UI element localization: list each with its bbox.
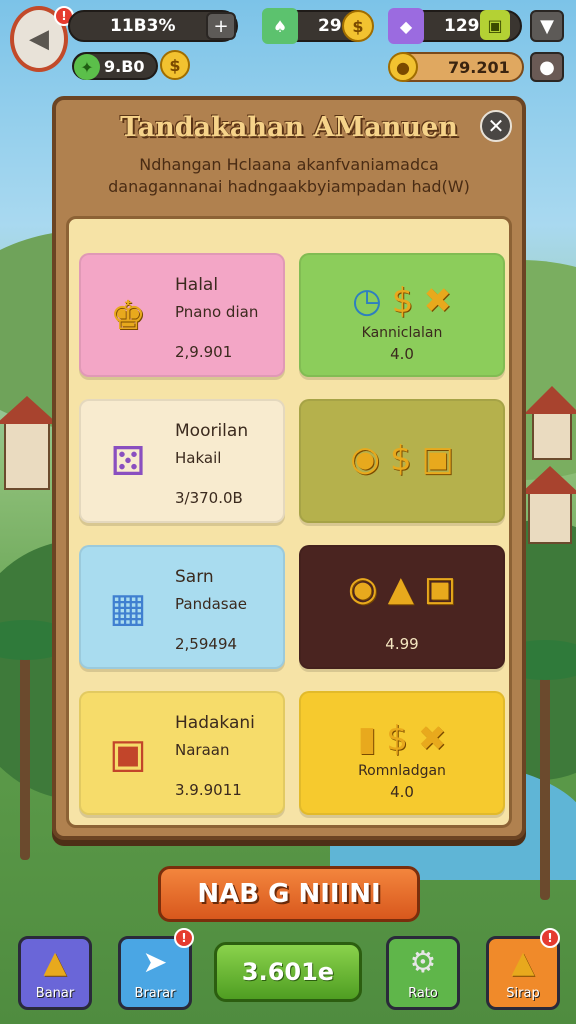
house (528, 490, 572, 544)
reward-value: 4.0 (390, 345, 414, 363)
notification-badge-icon: ! (540, 928, 560, 948)
nav-label: Brarar (134, 986, 176, 1001)
palm-tree (0, 620, 75, 860)
cheese-icon: ▲ (43, 945, 67, 980)
offer-card-moorilan[interactable]: ⚄ Moorilan Hakail 3/370.0B (79, 399, 285, 523)
level-plus-button[interactable]: + (206, 12, 236, 40)
nav-rato-button[interactable]: ⚙ Rato (386, 936, 460, 1010)
offer-card-reward-3[interactable]: ◉ ▲ ▣ 4.99 (299, 545, 505, 669)
close-icon: ✕ (487, 114, 505, 138)
nav-banar-button[interactable]: ▲ Banar (18, 936, 92, 1010)
dollar-icon: $ (391, 281, 414, 321)
trophy-icon: ♚ (110, 293, 146, 339)
offer-subtitle: Pnano dian (175, 303, 259, 321)
coins-value: 79.201 (448, 57, 510, 77)
gift-box-icon: ▣ (423, 569, 456, 609)
offer-title: Sarn (175, 567, 214, 587)
nav-label: Sirap (506, 986, 540, 1001)
reward-icons: ▮ $ ✖ (301, 719, 503, 759)
dropdown-button[interactable]: ▼ (530, 10, 564, 42)
center-value-button[interactable]: 3.601e (214, 942, 362, 1002)
desc-line-1: Ndhangan Hclaana akanfvaniamadca (139, 155, 439, 174)
badge-icon: ◀ (29, 24, 49, 54)
coin-icon[interactable]: $ (160, 50, 190, 80)
reward-label: Kanniclalan (361, 325, 443, 341)
offer-title: Moorilan (175, 421, 249, 441)
level-value: 11B3% (110, 16, 176, 36)
reward-icons: ◉ ▲ ▣ (301, 569, 503, 609)
reward-value: 4.0 (390, 783, 414, 801)
cheese-icon: ▲ (511, 945, 535, 980)
clock-icon: ◷ (352, 281, 382, 321)
reward-icons: ◉ $ ▣ (301, 439, 503, 479)
panel-title: Tandakahan AManuen (120, 112, 458, 143)
notification-badge-icon: ! (174, 928, 194, 948)
medal-icon: ◉ (348, 569, 378, 609)
offer-card-sarn[interactable]: ▦ Sarn Pandasae 2,59494 (79, 545, 285, 669)
house (532, 410, 572, 460)
gems-value: 9.B0 (104, 56, 145, 76)
offer-title: Halal (175, 275, 219, 295)
dollar-icon: $ (389, 439, 412, 479)
main-action-button[interactable]: NAB G NIIINI (158, 866, 420, 922)
crystal-icon: ◆ (388, 8, 424, 44)
palm-tree (495, 640, 576, 900)
offer-subtitle: Pandasae (175, 595, 248, 613)
house (4, 420, 50, 490)
offers-grid: ♚ Halal Pnano dian 2,9.901 ◷ $ ✖ Kannicl… (66, 216, 512, 828)
rocket-icon: ➤ (142, 945, 168, 980)
gift-box-icon: ▣ (421, 439, 454, 479)
dice-icon: ⚄ (110, 439, 146, 485)
cards-icon: ♠ (262, 8, 298, 44)
candle-icon: ▲ (387, 569, 414, 609)
cross-icon: ✖ (417, 719, 447, 759)
reward-icons: ◷ $ ✖ (301, 281, 503, 321)
gear-icon: ⚙ (409, 945, 437, 980)
energy-value: 129 (444, 16, 480, 36)
shop-panel: Tandakahan AManuen ✕ Ndhangan Hclaana ak… (52, 96, 526, 840)
offer-price: 2,59494 (175, 635, 238, 653)
offer-card-reward-4[interactable]: ▮ $ ✖ Romnladgan 4.0 (299, 691, 505, 815)
gem-icon: ✦ (74, 54, 100, 80)
coin-stack-icon: ● (388, 52, 418, 82)
offer-card-reward-1[interactable]: ◷ $ ✖ Kanniclalan 4.0 (299, 253, 505, 377)
close-button[interactable]: ✕ (480, 110, 512, 142)
offer-price: 3/370.0B (175, 489, 243, 507)
book-icon: ▮ (357, 719, 377, 759)
settings-mini-button[interactable]: ● (530, 52, 564, 82)
cross-icon: ✖ (423, 281, 452, 321)
reward-value: 4.99 (385, 635, 419, 653)
offer-card-halal[interactable]: ♚ Halal Pnano dian 2,9.901 (79, 253, 285, 377)
panel-description: Ndhangan Hclaana akanfvaniamadca danagan… (76, 154, 502, 198)
chest-icon[interactable]: ▣ (480, 10, 510, 40)
offer-title: Hadakani (175, 713, 255, 733)
reward-label: Romnladgan (358, 763, 446, 779)
offer-price: 2,9.901 (175, 343, 233, 361)
offer-card-hadakani[interactable]: ▣ Hadakani Naraan 3.9.9011 (79, 691, 285, 815)
offer-subtitle: Naraan (175, 741, 230, 759)
speech-coin-icon: ◉ (350, 439, 380, 479)
offer-price: 3.9.9011 (175, 781, 242, 799)
cards-value: 29 (318, 16, 342, 36)
gift-crate-icon: ▣ (109, 731, 147, 777)
desc-line-2: danagannanai hadngaakbyiampadan had(W) (108, 177, 470, 196)
ticket-icon: ▦ (109, 585, 147, 631)
nav-label: Banar (35, 986, 75, 1001)
dollar-icon: $ (386, 719, 408, 759)
coin-icon[interactable]: $ (342, 10, 374, 42)
offer-subtitle: Hakail (175, 449, 222, 467)
nav-label: Rato (408, 986, 438, 1001)
offer-card-reward-2[interactable]: ◉ $ ▣ (299, 399, 505, 523)
